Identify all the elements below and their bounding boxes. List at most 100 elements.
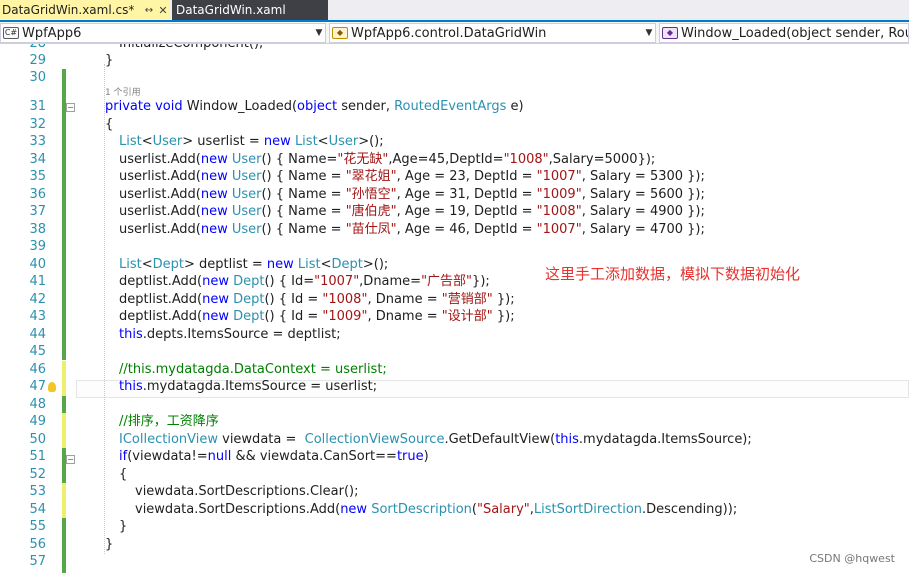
code-line[interactable]: userlist.Add(new User() { Name = "唐伯虎", … xyxy=(119,203,705,220)
code-token: User xyxy=(231,204,262,219)
code-token: { xyxy=(119,466,128,482)
code-token: , Age = 23, DeptId = xyxy=(396,169,537,184)
close-icon[interactable]: ✕ xyxy=(156,4,170,17)
code-line[interactable]: userlist.Add(new User() { Name = "苗仕凤", … xyxy=(119,221,705,238)
code-line[interactable]: { xyxy=(119,466,127,483)
code-line[interactable]: userlist.Add(new User() { Name="花无缺",Age… xyxy=(119,151,655,168)
pin-icon[interactable]: ↔ xyxy=(142,5,156,16)
code-token: if xyxy=(119,449,128,464)
code-token: , Salary = 5300 }); xyxy=(581,169,705,184)
code-token: new xyxy=(340,501,372,517)
line-number: 41 xyxy=(29,274,46,289)
code-token: "孙悟空" xyxy=(345,186,397,202)
line-number: 30 xyxy=(29,70,46,85)
code-token: () { Name= xyxy=(261,151,338,167)
code-token: new xyxy=(200,169,232,184)
code-token: } xyxy=(119,519,128,534)
code-token: .GetDefaultView( xyxy=(444,431,556,447)
project-dropdown-value: WpfApp6 xyxy=(22,25,82,41)
code-token: Dept xyxy=(233,309,265,324)
code-token: && viewdata.CanSort== xyxy=(235,449,397,464)
line-number: 50 xyxy=(29,431,46,447)
tab-datagridwin-xaml[interactable]: DataGridWin.xaml xyxy=(172,0,328,20)
code-line[interactable]: private void Window_Loaded(object sender… xyxy=(105,98,524,115)
code-token: userlist.Add( xyxy=(119,151,201,167)
line-number: 34 xyxy=(29,151,46,167)
code-line[interactable]: viewdata.SortDescriptions.Add(new SortDe… xyxy=(135,501,737,518)
code-line[interactable]: { xyxy=(105,116,113,133)
code-line[interactable]: deptlist.Add(new Dept() { Id = "1008", D… xyxy=(119,291,515,308)
code-token: new xyxy=(266,256,298,272)
code-token: Dept xyxy=(331,256,363,272)
code-token: SortDescription xyxy=(371,501,472,517)
code-token: "唐伯虎" xyxy=(345,204,397,219)
code-token: userlist.Add( xyxy=(119,221,201,237)
code-token: "Salary" xyxy=(476,501,530,517)
line-number: 47 xyxy=(29,379,46,394)
line-number: 37 xyxy=(29,204,46,219)
code-token: > userlist = xyxy=(182,134,264,149)
chevron-down-icon[interactable]: ▼ xyxy=(313,28,325,38)
code-line[interactable]: if(viewdata!=null && viewdata.CanSort==t… xyxy=(119,448,429,465)
chevron-down-icon[interactable]: ▼ xyxy=(643,28,655,38)
tab-datagridwin-xaml-cs[interactable]: DataGridWin.xaml.cs* ↔ ✕ xyxy=(0,0,170,20)
change-indicator-bar xyxy=(62,69,66,133)
code-token: true xyxy=(396,449,424,464)
code-line[interactable]: this.depts.ItemsSource = deptlist; xyxy=(119,326,341,343)
code-line[interactable]: userlist.Add(new User() { Name = "翠花姐", … xyxy=(119,168,705,185)
code-token: , Age = 31, DeptId = xyxy=(396,186,537,202)
class-dropdown[interactable]: ◆ WpfApp6.control.DataGridWin ▼ xyxy=(329,23,656,43)
code-token: Dept xyxy=(152,256,184,272)
line-number: 31 xyxy=(29,99,46,114)
code-token: Dept xyxy=(233,291,265,307)
code-line[interactable]: userlist.Add(new User() { Name = "孙悟空", … xyxy=(119,186,705,203)
code-line[interactable]: this.mydatagda.ItemsSource = userlist; xyxy=(119,378,377,395)
code-token: } xyxy=(105,536,114,552)
code-token: < xyxy=(317,134,329,149)
line-number: 52 xyxy=(29,466,46,482)
code-token: new xyxy=(200,151,232,167)
lightbulb-icon[interactable] xyxy=(48,382,56,392)
code-token: "营销部" xyxy=(441,291,493,307)
code-line[interactable]: //排序，工资降序 xyxy=(119,413,219,430)
code-token: object xyxy=(297,99,342,114)
code-token: User xyxy=(152,134,183,149)
method-icon: ◆ xyxy=(662,27,678,39)
line-number: 28 xyxy=(0,44,46,52)
code-line[interactable]: List<Dept> deptlist = new List<Dept>(); xyxy=(119,256,388,273)
reference-count-hint[interactable]: 1 个引用 xyxy=(105,85,141,98)
code-line[interactable]: viewdata.SortDescriptions.Clear(); xyxy=(135,483,358,500)
code-line[interactable]: //this.mydatagda.DataContext = userlist; xyxy=(119,361,387,378)
code-token: ,Age=45,DeptId= xyxy=(388,151,504,167)
line-number: 32 xyxy=(29,116,46,132)
code-token: this xyxy=(555,431,579,447)
collapse-if-icon[interactable]: − xyxy=(66,455,75,464)
code-line[interactable]: InitializeComponent(); xyxy=(119,44,263,52)
code-token: List xyxy=(297,256,321,272)
collapse-method-icon[interactable]: − xyxy=(66,103,75,112)
code-token: "苗仕凤" xyxy=(345,221,397,237)
code-token: , Age = 19, DeptId = xyxy=(396,204,537,219)
code-token: this xyxy=(119,326,143,342)
line-number: 55 xyxy=(29,519,46,534)
code-line[interactable]: deptlist.Add(new Dept() { Id = "1009", D… xyxy=(119,308,515,325)
code-token: .Descending)); xyxy=(642,501,738,517)
code-line[interactable]: } xyxy=(105,52,113,69)
member-dropdown[interactable]: ◆ Window_Loaded(object sender, RoutedEve… xyxy=(659,23,909,43)
code-line[interactable]: List<User> userlist = new List<User>(); xyxy=(119,133,384,150)
project-dropdown[interactable]: C# WpfApp6 ▼ xyxy=(0,23,326,43)
code-token: }); xyxy=(492,309,515,324)
line-number: 49 xyxy=(29,414,46,429)
tab-label: DataGridWin.xaml xyxy=(176,3,286,17)
code-line[interactable]: } xyxy=(105,536,113,553)
code-token: new xyxy=(200,221,232,237)
code-token: RoutedEventArgs xyxy=(394,99,511,114)
code-line[interactable]: } xyxy=(119,518,127,535)
code-editor[interactable]: 2829 30 31 32 33 34 35 36 37 38 39 40 41 42 43 44 45 46 47… xyxy=(0,44,909,573)
code-token: deptlist.Add( xyxy=(119,309,203,324)
code-token: "1009" xyxy=(536,186,582,202)
code-line[interactable]: ICollectionView viewdata = CollectionVie… xyxy=(119,431,752,448)
line-number: 53 xyxy=(29,484,46,499)
code-line[interactable]: deptlist.Add(new Dept() { Id="1007",Dnam… xyxy=(119,273,490,290)
line-number: 38 xyxy=(29,221,46,237)
